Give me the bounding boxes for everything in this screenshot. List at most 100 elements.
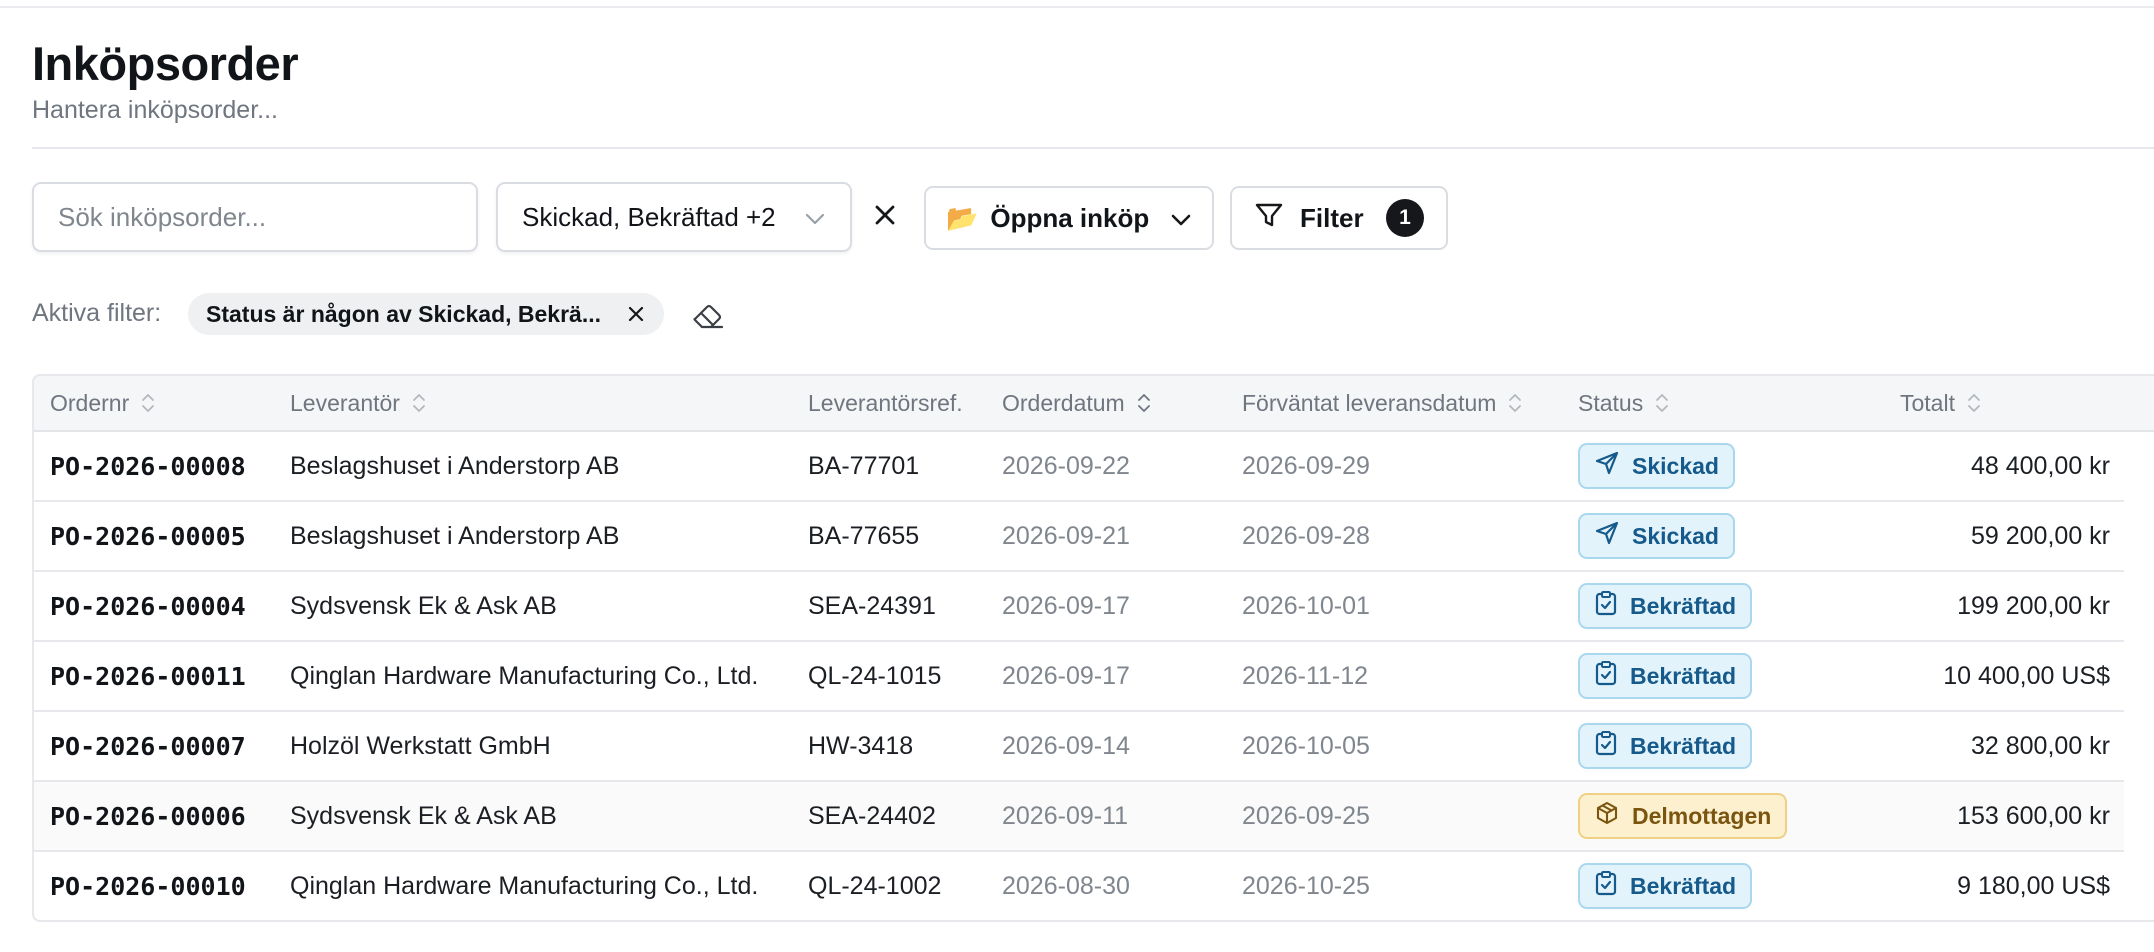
supplier-name: Qinglan Hardware Manufacturing Co., Ltd. — [290, 871, 759, 900]
order-total: 199 200,00 kr — [1957, 591, 2110, 620]
sort-icon — [1655, 392, 1669, 414]
page-title: Inköpsorder — [32, 37, 299, 90]
status-text: Delmottagen — [1632, 802, 1772, 829]
status-text: Bekräftad — [1630, 662, 1737, 689]
table-row[interactable]: PO-2026-00011 Qinglan Hardware Manufactu… — [34, 642, 2124, 712]
supplier-ref: BA-77655 — [808, 521, 920, 550]
sort-icon — [1967, 392, 1981, 414]
sort-icon — [1137, 392, 1151, 414]
column-header-leverantorsref: Leverantörsref. — [808, 376, 963, 430]
supplier-name: Qinglan Hardware Manufacturing Co., Ltd. — [290, 661, 759, 690]
table-row[interactable]: PO-2026-00006 Sydsvensk Ek & Ask AB SEA-… — [34, 782, 2124, 852]
order-date: 2026-09-11 — [1002, 801, 1129, 830]
order-date: 2026-09-21 — [1002, 521, 1130, 550]
status-cell: Skickad — [1578, 502, 1735, 570]
order-date: 2026-09-22 — [1002, 451, 1130, 480]
open-purchases-dropdown[interactable]: 📂 Öppna inköp — [924, 186, 1214, 250]
filter-label: Filter — [1300, 202, 1364, 233]
top-border — [0, 6, 2154, 8]
order-date: 2026-09-14 — [1002, 731, 1130, 760]
column-header-status[interactable]: Status — [1578, 376, 1669, 430]
order-number[interactable]: PO-2026-00007 — [50, 712, 246, 780]
eraser-icon — [690, 304, 726, 335]
paper-plane-icon — [1594, 450, 1632, 482]
close-icon — [874, 204, 896, 231]
clear-all-filters-button[interactable] — [690, 299, 726, 331]
status-badge: Bekräftad — [1578, 863, 1753, 909]
clear-status-button[interactable] — [868, 197, 902, 237]
status-badge: Bekräftad — [1578, 723, 1753, 769]
header-divider — [32, 147, 2154, 149]
order-date: 2026-09-17 — [1002, 591, 1130, 620]
supplier-name: Sydsvensk Ek & Ask AB — [290, 801, 557, 830]
filter-button[interactable]: Filter 1 — [1230, 186, 1448, 250]
column-header-label: Orderdatum — [1002, 389, 1125, 416]
active-filters-label: Aktiva filter: — [32, 299, 162, 327]
supplier-name: Holzöl Werkstatt GmbH — [290, 731, 551, 760]
status-select-value: Skickad, Bekräftad +2 — [522, 201, 776, 232]
column-header-totalt[interactable]: Totalt — [1900, 376, 1981, 430]
order-total: 153 600,00 kr — [1957, 801, 2110, 830]
status-text: Bekräftad — [1630, 592, 1737, 619]
order-total: 9 180,00 US$ — [1957, 871, 2110, 900]
status-badge: Delmottagen — [1578, 793, 1788, 839]
order-number[interactable]: PO-2026-00008 — [50, 432, 246, 500]
order-total: 32 800,00 kr — [1971, 731, 2110, 760]
paper-plane-icon — [1594, 520, 1632, 552]
expected-delivery-date: 2026-11-12 — [1242, 661, 1369, 690]
table-row[interactable]: PO-2026-00004 Sydsvensk Ek & Ask AB SEA-… — [34, 572, 2124, 642]
sort-icon — [1508, 392, 1522, 414]
table-row[interactable]: PO-2026-00005 Beslagshuset i Anderstorp … — [34, 502, 2124, 572]
status-text: Skickad — [1632, 452, 1719, 479]
active-filter-chip-text: Status är någon av Skickad, Bekrä... — [206, 300, 601, 327]
search-input[interactable] — [34, 184, 476, 250]
status-badge: Bekräftad — [1578, 583, 1753, 629]
column-header-ordernr[interactable]: Ordernr — [50, 376, 155, 430]
column-header-leverantor[interactable]: Leverantör — [290, 376, 426, 430]
order-date: 2026-09-17 — [1002, 661, 1130, 690]
table-row[interactable]: PO-2026-00008 Beslagshuset i Anderstorp … — [34, 432, 2124, 502]
expected-delivery-date: 2026-09-28 — [1242, 521, 1370, 550]
table-row[interactable]: PO-2026-00010 Qinglan Hardware Manufactu… — [34, 852, 2124, 920]
clipboard-check-icon — [1594, 660, 1630, 692]
status-badge: Bekräftad — [1578, 653, 1753, 699]
supplier-name: Beslagshuset i Anderstorp AB — [290, 521, 620, 550]
order-number[interactable]: PO-2026-00011 — [50, 642, 246, 710]
chevron-down-icon — [1170, 203, 1192, 234]
status-badge: Skickad — [1578, 443, 1735, 489]
sort-icon — [412, 392, 426, 414]
supplier-ref: SEA-24391 — [808, 591, 936, 620]
clipboard-check-icon — [1594, 590, 1630, 622]
status-filter-select[interactable]: Skickad, Bekräftad +2 — [496, 182, 852, 252]
column-header-label: Totalt — [1900, 389, 1955, 416]
order-number[interactable]: PO-2026-00010 — [50, 852, 246, 920]
column-header-forvantat-leveransdatum[interactable]: Förväntat leveransdatum — [1242, 376, 1522, 430]
order-number[interactable]: PO-2026-00004 — [50, 572, 246, 640]
order-number[interactable]: PO-2026-00005 — [50, 502, 246, 570]
column-header-orderdatum[interactable]: Orderdatum — [1002, 376, 1151, 430]
purchase-orders-table: Ordernr Leverantör Leverantörsref. Order… — [32, 374, 2154, 922]
package-icon — [1594, 800, 1632, 832]
table-header: Ordernr Leverantör Leverantörsref. Order… — [34, 376, 2154, 432]
supplier-name: Sydsvensk Ek & Ask AB — [290, 591, 557, 620]
clipboard-check-icon — [1594, 870, 1630, 902]
status-cell: Delmottagen — [1578, 782, 1788, 850]
status-text: Bekräftad — [1630, 732, 1737, 759]
supplier-name: Beslagshuset i Anderstorp AB — [290, 451, 620, 480]
supplier-ref: SEA-24402 — [808, 801, 936, 830]
order-date: 2026-08-30 — [1002, 871, 1130, 900]
table-row[interactable]: PO-2026-00007 Holzöl Werkstatt GmbH HW-3… — [34, 712, 2124, 782]
supplier-ref: QL-24-1002 — [808, 871, 942, 900]
active-filter-chip: Status är någon av Skickad, Bekrä... — [188, 293, 664, 335]
order-number[interactable]: PO-2026-00006 — [50, 782, 246, 850]
status-text: Skickad — [1632, 522, 1719, 549]
expected-delivery-date: 2026-10-01 — [1242, 591, 1370, 620]
column-header-label: Ordernr — [50, 389, 130, 416]
order-total: 48 400,00 kr — [1971, 451, 2110, 480]
search-field[interactable] — [32, 182, 478, 252]
clipboard-check-icon — [1594, 730, 1630, 762]
status-text: Bekräftad — [1630, 872, 1737, 899]
status-badge: Skickad — [1578, 513, 1735, 559]
remove-filter-close-icon[interactable] — [628, 301, 644, 328]
status-cell: Bekräftad — [1578, 572, 1753, 640]
